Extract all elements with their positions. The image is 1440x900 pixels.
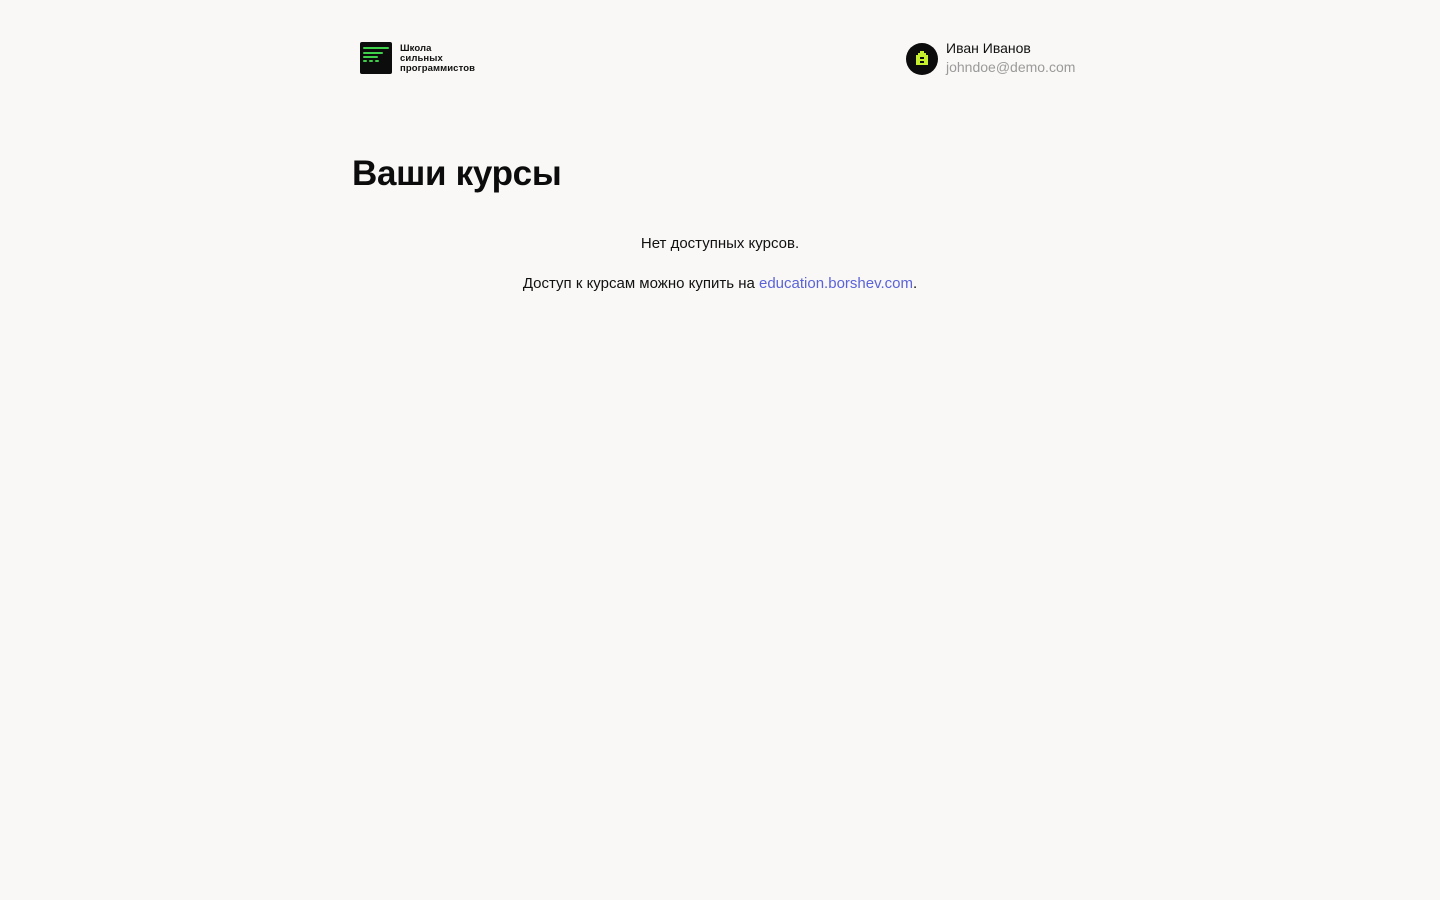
purchase-note-suffix: .: [912, 275, 918, 292]
site-header: Школа сильных программистов Иван Иванов …: [0, 0, 1440, 116]
avatar: [906, 43, 938, 75]
purchase-link[interactable]: education.borshev.com: [759, 275, 913, 292]
user-email: johndoe@demo.com: [946, 59, 1076, 75]
purchase-note-prefix: Доступ к курсам можно купить на: [522, 275, 759, 292]
user-info: Иван Иванов johndoe@demo.com: [946, 40, 1075, 76]
page-title: Ваши курсы: [352, 154, 562, 193]
user-profile-menu[interactable]: Иван Иванов johndoe@demo.com: [906, 40, 1075, 76]
school-logo-link[interactable]: Школа сильных программистов: [360, 42, 475, 74]
pixel-house-icon: [916, 51, 928, 65]
empty-courses-message: Нет доступных курсов.: [640, 235, 800, 252]
logo-wordmark-line-3: программистов: [400, 63, 476, 74]
logo-wordmark: Школа сильных программистов: [400, 44, 475, 74]
user-name: Иван Иванов: [946, 40, 1031, 56]
logo-terminal-icon: [360, 42, 392, 74]
purchase-note: Доступ к курсам можно купить на educatio…: [0, 274, 1440, 294]
